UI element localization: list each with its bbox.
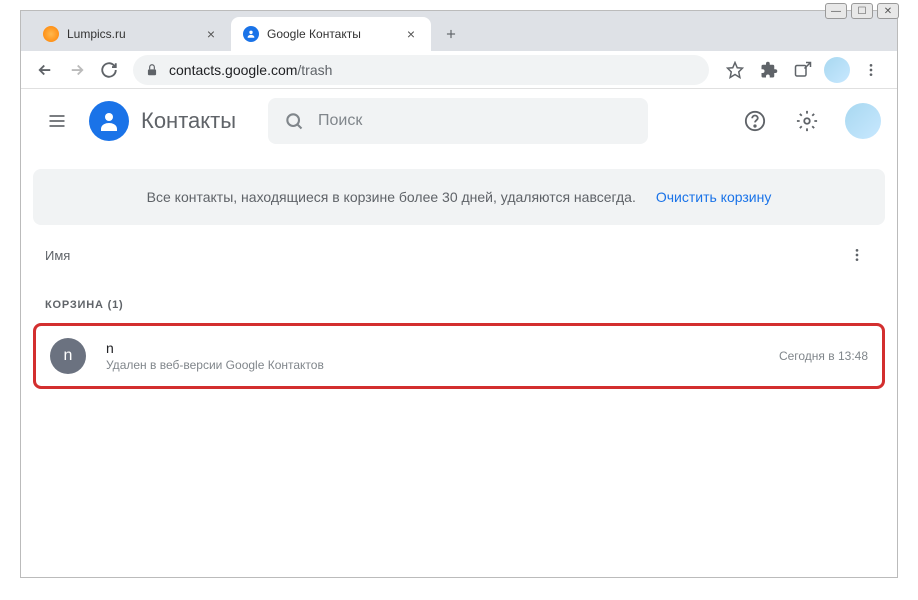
help-button[interactable] — [735, 101, 775, 141]
url-text: contacts.google.com/trash — [169, 62, 332, 78]
more-options-button[interactable] — [841, 239, 873, 271]
empty-trash-button[interactable]: Очистить корзину — [656, 189, 772, 205]
profile-button[interactable] — [821, 54, 853, 86]
contact-subtitle: Удален в веб-версии Google Контактов — [106, 358, 779, 372]
forward-button[interactable] — [63, 56, 91, 84]
browser-tab-lumpics[interactable]: Lumpics.ru × — [31, 17, 231, 51]
tab-title: Lumpics.ru — [67, 27, 203, 41]
contact-deleted-time: Сегодня в 13:48 — [779, 349, 868, 363]
contact-avatar: n — [50, 338, 86, 374]
contact-name: n — [106, 340, 779, 356]
user-avatar[interactable] — [845, 103, 881, 139]
close-icon[interactable]: × — [403, 26, 419, 42]
contact-row[interactable]: n n Удален в веб-версии Google Контактов… — [33, 323, 885, 389]
back-button[interactable] — [31, 56, 59, 84]
search-icon — [284, 111, 304, 131]
reload-button[interactable] — [95, 56, 123, 84]
browser-tab-strip: Lumpics.ru × Google Контакты × — [21, 11, 897, 51]
search-input[interactable]: Поиск — [268, 98, 648, 144]
tab-title: Google Контакты — [267, 27, 403, 41]
window-close-button[interactable]: ✕ — [877, 3, 899, 19]
hamburger-menu-button[interactable] — [37, 101, 77, 141]
star-button[interactable] — [719, 54, 751, 86]
contact-info: n Удален в веб-версии Google Контактов — [106, 340, 779, 372]
app-title: Контакты — [141, 108, 236, 134]
column-header-name: Имя — [45, 248, 70, 263]
app-header: Контакты Поиск — [21, 89, 897, 153]
extensions-button[interactable] — [753, 54, 785, 86]
lock-icon — [145, 63, 159, 77]
new-tab-button[interactable] — [437, 20, 465, 48]
browser-menu-button[interactable] — [855, 54, 887, 86]
profile-avatar — [824, 57, 850, 83]
settings-button[interactable] — [787, 101, 827, 141]
list-header: Имя — [33, 225, 885, 285]
window-minimize-button[interactable]: — — [825, 3, 847, 19]
trash-banner: Все контакты, находящиеся в корзине боле… — [33, 169, 885, 225]
contacts-favicon — [243, 26, 259, 42]
trash-section-label: КОРЗИНА (1) — [33, 285, 885, 319]
browser-tab-contacts[interactable]: Google Контакты × — [231, 17, 431, 51]
banner-text: Все контакты, находящиеся в корзине боле… — [147, 189, 636, 205]
close-icon[interactable]: × — [203, 26, 219, 42]
orange-favicon — [43, 26, 59, 42]
search-placeholder: Поиск — [318, 112, 362, 130]
window-maximize-button[interactable]: ☐ — [851, 3, 873, 19]
contacts-logo-icon — [89, 101, 129, 141]
address-bar[interactable]: contacts.google.com/trash — [133, 55, 709, 85]
media-button[interactable] — [787, 54, 819, 86]
browser-toolbar: contacts.google.com/trash — [21, 51, 897, 89]
